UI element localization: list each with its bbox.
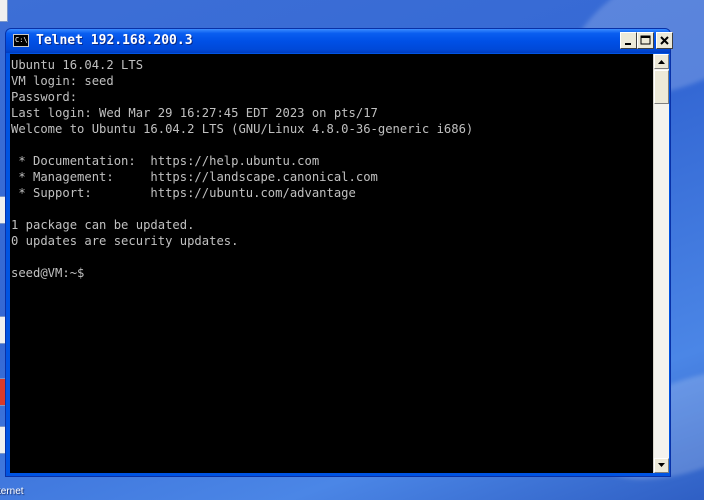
terminal-line: Last login: Wed Mar 29 16:27:45 EDT 2023…	[11, 106, 378, 120]
terminal-line: * Management: https://landscape.canonica…	[11, 170, 378, 184]
terminal-line: * Documentation: https://help.ubuntu.com	[11, 154, 320, 168]
terminal-line: seed@VM:~$	[11, 266, 85, 280]
terminal-line: Password:	[11, 90, 78, 104]
scroll-thumb[interactable]	[654, 70, 669, 104]
window-title: Telnet 192.168.200.3	[36, 33, 193, 48]
desktop-shortcut-icon[interactable]	[0, 0, 8, 22]
terminal-output[interactable]: Ubuntu 16.04.2 LTS VM login: seed Password…	[11, 57, 651, 469]
arrow-up-icon	[658, 60, 665, 64]
terminal-area[interactable]: Ubuntu 16.04.2 LTS VM login: seed Password…	[10, 54, 669, 473]
maximize-button[interactable]	[637, 32, 654, 49]
scroll-down-button[interactable]	[654, 458, 669, 473]
terminal-line: Welcome to Ubuntu 16.04.2 LTS (GNU/Linux…	[11, 122, 474, 136]
terminal-line: * Support: https://ubuntu.com/advantage	[11, 186, 356, 200]
close-icon	[660, 36, 669, 45]
maximize-icon	[640, 35, 651, 45]
terminal-line: 1 package can be updated.	[11, 218, 195, 232]
console-icon[interactable]: C:\	[13, 34, 29, 47]
terminal-line: 0 updates are security updates.	[11, 234, 239, 248]
terminal-line: Ubuntu 16.04.2 LTS	[11, 58, 144, 72]
vertical-scrollbar[interactable]	[653, 54, 669, 473]
close-button[interactable]	[656, 32, 673, 49]
telnet-window[interactable]: C:\ Telnet 192.168.200.3 Ubuntu 16.04.2 …	[5, 28, 673, 477]
desktop: ternet C:\ Telnet 192.168.200.3 Ubuntu 1…	[0, 0, 704, 500]
window-titlebar[interactable]: C:\ Telnet 192.168.200.3	[6, 29, 673, 53]
arrow-down-icon	[658, 463, 665, 467]
minimize-icon	[625, 43, 631, 45]
scroll-up-button[interactable]	[654, 54, 669, 69]
minimize-button[interactable]	[620, 32, 637, 49]
desktop-shortcut-label[interactable]: ternet	[0, 486, 24, 498]
terminal-line: VM login: seed	[11, 74, 114, 88]
